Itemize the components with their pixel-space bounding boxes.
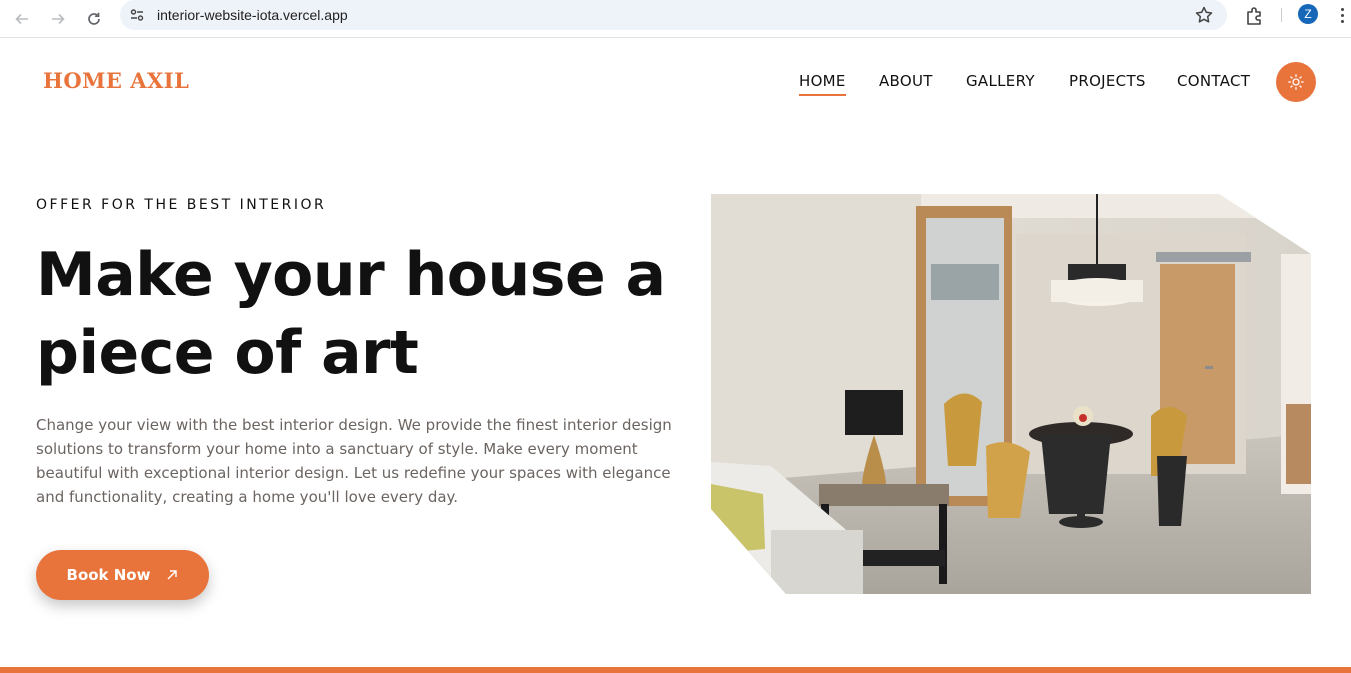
profile-avatar[interactable]: Z xyxy=(1298,4,1318,24)
hero-headline: Make your house a piece of art xyxy=(36,236,676,392)
site-logo[interactable]: HOME AXIL xyxy=(43,68,189,93)
hero-headline-line-2: piece of art xyxy=(36,318,419,388)
hero-eyebrow: OFFER FOR THE BEST INTERIOR xyxy=(36,197,327,213)
theme-toggle-button[interactable] xyxy=(1276,62,1316,102)
nav-projects[interactable]: PROJECTS xyxy=(1069,72,1146,90)
book-now-button[interactable]: Book Now xyxy=(36,550,209,600)
browser-toolbar: interior-website-iota.vercel.app Z xyxy=(0,0,1351,38)
arrow-up-right-icon xyxy=(167,570,178,580)
hero-description: Change your view with the best interior … xyxy=(36,416,672,506)
nav-about[interactable]: ABOUT xyxy=(879,72,933,90)
reload-icon xyxy=(88,12,100,25)
browser-menu-icon[interactable] xyxy=(1334,4,1350,26)
site-info-icon[interactable] xyxy=(129,7,145,23)
toolbar-divider xyxy=(1281,8,1282,22)
arrow-right-icon xyxy=(52,13,65,25)
hero-headline-line-1: Make your house a xyxy=(36,240,666,310)
reload-button[interactable] xyxy=(79,4,109,34)
extensions-puzzle-icon[interactable] xyxy=(1243,4,1267,28)
nav-home[interactable]: HOME xyxy=(799,72,846,96)
back-button[interactable] xyxy=(7,4,37,34)
sun-icon xyxy=(1288,74,1304,90)
book-now-label: Book Now xyxy=(66,566,151,584)
hero-interior-image xyxy=(711,194,1311,594)
nav-contact[interactable]: CONTACT xyxy=(1177,72,1250,90)
arrow-left-icon xyxy=(15,13,28,25)
address-bar[interactable]: interior-website-iota.vercel.app xyxy=(120,0,1227,30)
bookmark-star-icon[interactable] xyxy=(1194,5,1214,25)
section-divider-bar xyxy=(0,667,1351,673)
url-text[interactable]: interior-website-iota.vercel.app xyxy=(157,7,348,23)
forward-button[interactable] xyxy=(43,4,73,34)
nav-gallery[interactable]: GALLERY xyxy=(966,72,1035,90)
